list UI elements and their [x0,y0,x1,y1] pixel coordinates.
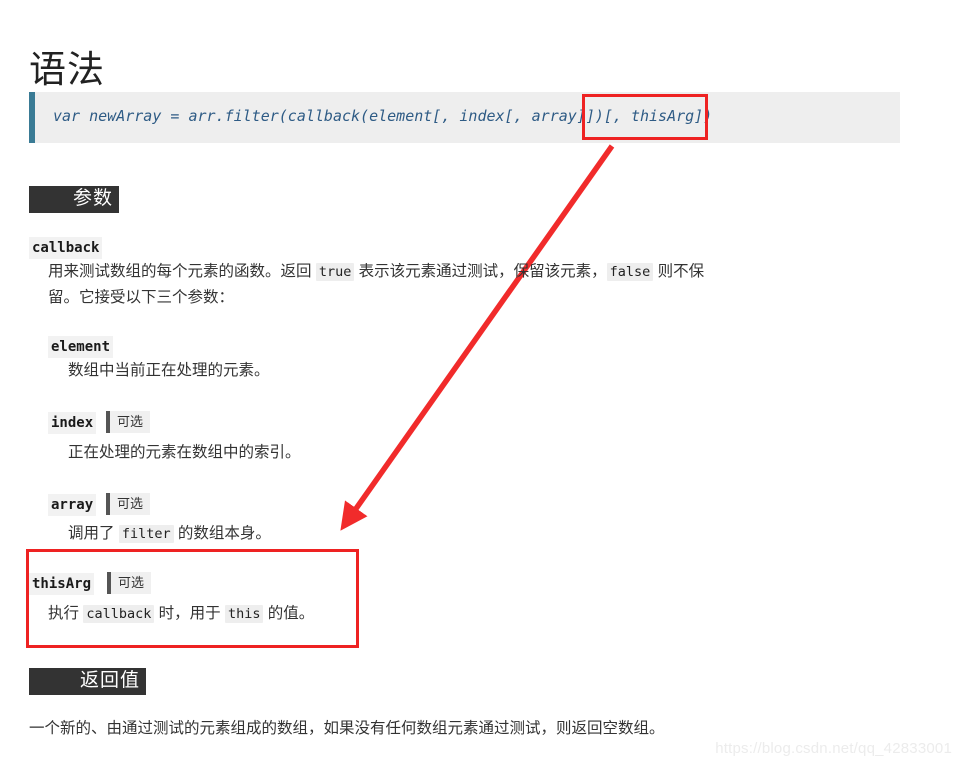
optional-badge-thisarg: 可选 [107,572,152,594]
callback-desc-part2: 表示该元素通过测试，保留该元素， [354,263,607,280]
inline-code-filter: filter [118,525,174,543]
param-desc-element: 数组中当前正在处理的元素。 [68,362,270,379]
param-term-index: index [48,412,97,434]
param-term-callback: callback [29,237,103,259]
param-term-thisarg: thisArg [29,573,95,595]
optional-badge-array: 可选 [106,493,151,515]
syntax-code-block: var newArray = arr.filter(callback(eleme… [29,92,900,143]
param-desc-array: 调用了 filter 的数组本身。 [68,521,688,547]
section-heading-parameters: 参数 [29,186,119,213]
thisarg-desc-part2: 时，用于 [154,605,225,622]
watermark: https://blog.csdn.net/qq_42833001 [715,740,952,757]
inline-code-false: false [606,263,654,281]
thisarg-desc-part1: 执行 [48,605,84,622]
documentation-page: 语法 var newArray = arr.filter(callback(el… [0,0,965,776]
annotation-arrow [340,144,615,531]
thisarg-desc-part3: 的值。 [263,605,315,622]
param-term-array: array [48,494,97,516]
annotation-box-thisarg-param [26,549,359,648]
array-desc-part2: 的数组本身。 [173,525,271,542]
param-desc-callback: 用来测试数组的每个元素的函数。返回 true 表示该元素通过测试，保留该元素， f… [48,259,713,311]
inline-code-true: true [315,263,355,281]
syntax-code-text: var newArray = arr.filter(callback(eleme… [53,107,713,125]
optional-badge-index: 可选 [106,411,151,433]
inline-code-callback: callback [83,605,155,623]
param-term-element: element [48,336,114,358]
callback-desc-part1: 用来测试数组的每个元素的函数。返回 [48,263,316,280]
section-heading-return-value: 返回值 [29,668,146,695]
inline-code-this: this [224,605,264,623]
param-desc-index: 正在处理的元素在数组中的索引。 [68,444,301,461]
page-title: 语法 [29,48,105,90]
param-desc-thisarg: 执行 callback 时，用于 this 的值。 [48,601,348,627]
array-desc-part1: 调用了 [68,525,119,542]
return-value-description: 一个新的、由通过测试的元素组成的数组，如果没有任何数组元素通过测试，则返回空数组… [29,720,665,737]
